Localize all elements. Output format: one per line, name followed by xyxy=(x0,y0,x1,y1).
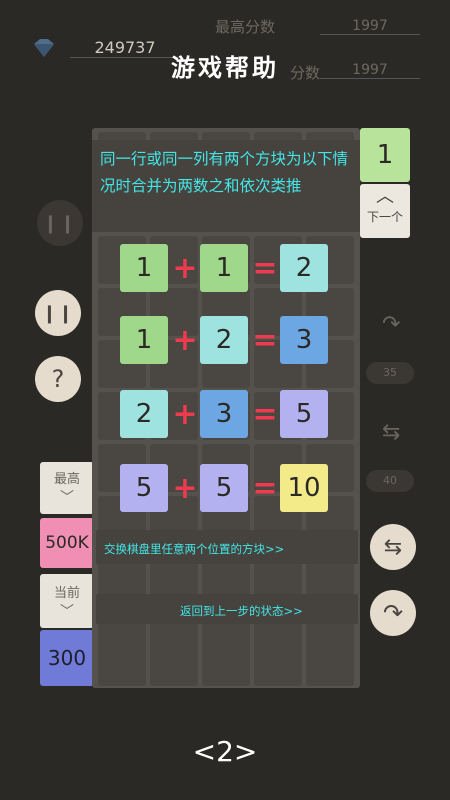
equation-operand-b: 3 xyxy=(200,390,248,438)
current-value: 300 xyxy=(40,630,94,686)
plus-sign: + xyxy=(172,396,198,432)
equation-operand-b: 1 xyxy=(200,244,248,292)
page-indicator[interactable]: <2> xyxy=(0,735,450,768)
swap-button[interactable]: ⇆ xyxy=(370,524,416,570)
help-icon: ? xyxy=(51,365,65,393)
plus-sign: + xyxy=(172,250,198,286)
plus-sign: + xyxy=(172,470,198,506)
current-label: 当前 xyxy=(53,586,80,601)
pause-icon: ❙❙ xyxy=(41,302,75,324)
undo-count: 35 xyxy=(366,362,414,384)
equals-sign: = xyxy=(252,470,278,506)
undo-icon: ↷ xyxy=(382,599,404,627)
board-cell xyxy=(150,638,198,686)
instruction-text: 同一行或同一列有两个方块为以下情况时合并为两数之和依次类推 xyxy=(92,140,360,232)
equation-operand-a: 2 xyxy=(120,390,168,438)
equation-sum: 3 xyxy=(280,316,328,364)
swap-hint: 交换棋盘里任意两个位置的方块>> xyxy=(104,542,285,556)
best-score-value: 1997 xyxy=(320,18,420,35)
board-cell xyxy=(254,638,302,686)
equation-operand-a: 1 xyxy=(120,316,168,364)
equals-sign: = xyxy=(252,396,278,432)
help-title: 游戏帮助 xyxy=(171,53,279,82)
swap-icon: ⇆ xyxy=(383,534,403,560)
undo-button[interactable]: ↷ xyxy=(370,590,416,636)
help-button[interactable]: ? xyxy=(35,356,81,402)
board-cell xyxy=(306,638,354,686)
undo-hint: 返回到上一步的状态>> xyxy=(180,604,303,618)
equals-sign: = xyxy=(252,250,278,286)
chevron-up-icon: ︿ xyxy=(376,186,394,207)
plus-sign: + xyxy=(172,322,198,358)
pause-icon-dim: ❙❙ xyxy=(37,200,83,246)
best-card[interactable]: 最高 ﹀ xyxy=(40,462,94,514)
equation-operand-b: 5 xyxy=(200,464,248,512)
equation-sum: 2 xyxy=(280,244,328,292)
next-label: 下一个 xyxy=(366,210,403,224)
swap-icon-dim: ⇆ xyxy=(382,420,401,445)
best-label: 最高 xyxy=(53,472,80,487)
undo-icon-dim: ↷ xyxy=(382,312,401,337)
board-cell xyxy=(98,638,146,686)
current-card[interactable]: 当前 ﹀ xyxy=(40,574,94,628)
chevron-down-icon: ﹀ xyxy=(60,490,74,506)
best-score-label: 最高分数 xyxy=(215,18,276,36)
equation-operand-a: 1 xyxy=(120,244,168,292)
best-value: 500K xyxy=(40,518,94,568)
next-tile: 1 xyxy=(360,128,410,182)
next-button[interactable]: ︿ 下一个 xyxy=(360,184,410,238)
equals-sign: = xyxy=(252,322,278,358)
board-cell xyxy=(202,638,250,686)
chevron-down-icon: ﹀ xyxy=(60,604,74,620)
equation-sum: 10 xyxy=(280,464,328,512)
equation-operand-a: 5 xyxy=(120,464,168,512)
equation-sum: 5 xyxy=(280,390,328,438)
pause-button[interactable]: ❙❙ xyxy=(35,290,81,336)
swap-count: 40 xyxy=(366,470,414,492)
equation-operand-b: 2 xyxy=(200,316,248,364)
